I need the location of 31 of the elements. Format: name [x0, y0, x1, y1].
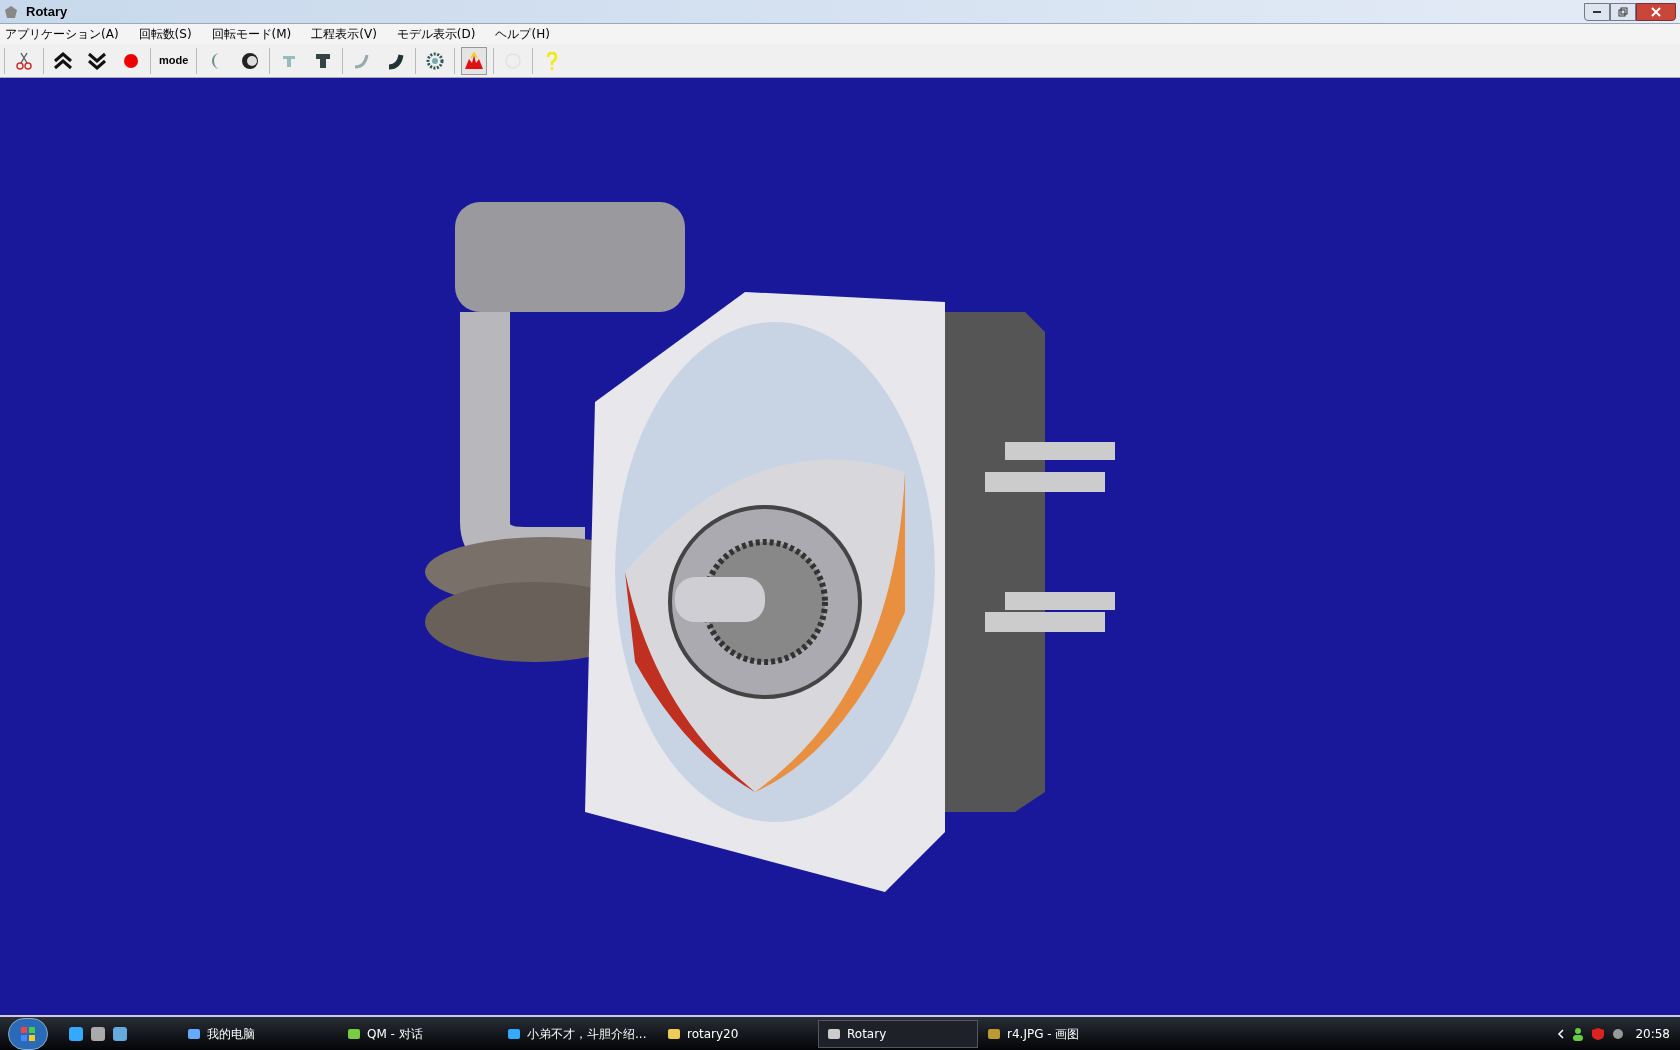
start-button[interactable]: [8, 1017, 48, 1050]
restore-button[interactable]: [1610, 2, 1636, 21]
windows-logo-icon: [20, 1025, 36, 1042]
taskbar-button[interactable]: 小弟不才，斗胆介绍...: [498, 1019, 658, 1048]
quick-launch-icon[interactable]: [90, 1025, 106, 1042]
close-button[interactable]: [1636, 2, 1676, 21]
user-icon[interactable]: [1571, 1026, 1586, 1041]
quick-launch-icon[interactable]: [68, 1025, 84, 1042]
taskbar-button[interactable]: r4.JPG - 画图: [978, 1019, 1138, 1048]
flame-icon: [463, 49, 486, 72]
minimize-icon: [1593, 10, 1601, 13]
menu-item[interactable]: 工程表示(V): [306, 25, 382, 43]
menu-item[interactable]: モデル表示(D): [391, 25, 481, 43]
window-title: Rotary: [26, 2, 68, 21]
menu-item[interactable]: 回転数(S): [133, 25, 197, 43]
shield-icon[interactable]: [1591, 1026, 1606, 1041]
taskbar-button[interactable]: Rotary: [818, 1019, 978, 1048]
menu-item[interactable]: アプリケーション(A): [0, 25, 124, 43]
taskbar-button[interactable]: QM - 对话: [338, 1019, 498, 1048]
quick-launch-icon[interactable]: [112, 1025, 128, 1042]
menu-item[interactable]: 回転モード(M): [206, 25, 297, 43]
menu-item[interactable]: ヘルプ(H): [490, 25, 555, 43]
close-icon: [1651, 6, 1661, 17]
chevron-left-icon[interactable]: [1557, 1028, 1566, 1039]
clock: 20:58: [1635, 1025, 1670, 1043]
taskbar-button[interactable]: rotary20: [658, 1019, 818, 1048]
taskbar-button[interactable]: 我的电脑: [178, 1019, 338, 1048]
toolbar-button[interactable]: mode: [157, 46, 191, 75]
minimize-button[interactable]: [1584, 2, 1610, 21]
restore-icon: [1618, 6, 1628, 17]
double-chevron-up-icon: [52, 49, 74, 72]
